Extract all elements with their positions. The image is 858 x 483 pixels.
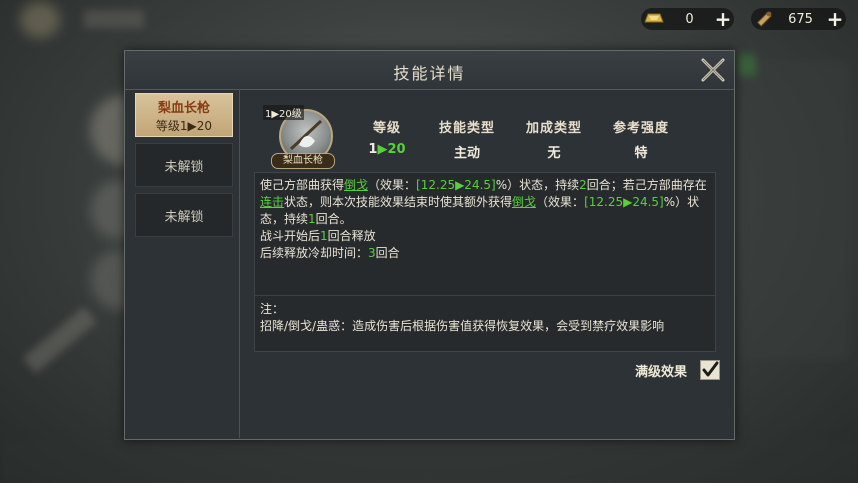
skill-tab-name: 梨血长枪 <box>157 100 210 116</box>
stat-level: 等级 1▶20 <box>347 117 427 157</box>
skill-icon-level: 1▶20级 <box>263 105 304 120</box>
skill-icon: 1▶20级 梨血长枪 <box>263 105 335 169</box>
desc-text: 使己方部曲获得 <box>260 178 345 192</box>
background-green-tag <box>738 54 756 76</box>
stat-bonus-type-header: 加成类型 <box>525 121 582 136</box>
close-button[interactable] <box>698 55 728 85</box>
desc-value: [12.25▶24.5] <box>584 195 664 209</box>
scroll-icon <box>751 8 777 30</box>
desc-value: [12.25▶24.5] <box>416 178 496 192</box>
desc-text: 后续释放冷却时间： <box>260 246 369 260</box>
dialog-title: 技能详情 <box>393 64 466 83</box>
stat-level-header: 等级 <box>372 121 401 136</box>
background-label <box>84 10 144 28</box>
desc-value: 3 <box>368 246 376 260</box>
stat-skill-type-header: 技能类型 <box>438 121 495 136</box>
status-link-combo[interactable]: 连击 <box>260 195 284 209</box>
stat-level-value: 1▶20 <box>347 142 427 157</box>
status-link-betrayal[interactable]: 倒戈 <box>344 178 368 192</box>
stat-reference-strength-value: 特 <box>634 146 648 161</box>
max-level-checkbox[interactable] <box>700 360 720 380</box>
description-cooldown: 后续释放冷却时间：3回合 <box>260 245 710 262</box>
stat-reference-strength: 参考强度 特 <box>601 117 681 161</box>
stat-level-target: ▶20 <box>377 142 406 157</box>
gold-value: 0 <box>685 11 694 27</box>
skill-tab-label: 未解锁 <box>164 159 204 175</box>
skill-icon-name: 梨血长枪 <box>271 153 335 169</box>
skill-tab-list: 梨血长枪 等级1▶20 未解锁 未解锁 <box>125 89 240 438</box>
background-ground <box>0 440 858 483</box>
stat-reference-strength-header: 参考强度 <box>612 121 669 136</box>
note-label: 注： <box>260 302 285 316</box>
description-paragraph: 使己方部曲获得倒戈（效果：[12.25▶24.5]%）状态，持续2回合；若己方部… <box>260 177 710 228</box>
skill-tab-3[interactable]: 未解锁 <box>135 193 233 237</box>
background-weapon <box>22 306 98 374</box>
desc-value: 2 <box>579 178 587 192</box>
background-panel-right <box>740 60 850 360</box>
currency-scroll: 675 + <box>751 8 846 30</box>
desc-text: 回合 <box>375 246 400 260</box>
description-divider <box>255 295 715 296</box>
skill-note: 注： 招降/倒戈/蛊惑：造成伤害后根据伤害值获得恢复效果，会受到禁疗效果影响 <box>260 301 710 335</box>
skill-description-box: 使己方部曲获得倒戈（效果：[12.25▶24.5]%）状态，持续2回合；若己方部… <box>254 172 716 352</box>
desc-text: %）状态，持续 <box>495 178 580 192</box>
close-icon <box>701 58 725 82</box>
desc-text: （效果： <box>536 195 585 209</box>
background-avatar <box>20 2 60 38</box>
desc-text: 回合。 <box>315 212 352 226</box>
desc-value: 1 <box>308 212 316 226</box>
stat-skill-type: 技能类型 主动 <box>427 117 507 161</box>
skill-description: 使己方部曲获得倒戈（效果：[12.25▶24.5]%）状态，持续2回合；若己方部… <box>260 177 710 262</box>
max-level-label: 满级效果 <box>635 365 688 380</box>
skill-tab-2[interactable]: 未解锁 <box>135 143 233 187</box>
skill-tab-label: 未解锁 <box>164 209 204 225</box>
add-scroll-button[interactable]: + <box>824 8 846 30</box>
desc-text: 战斗开始后 <box>260 229 321 243</box>
desc-text: 状态，则本次技能效果结束时使其额外获得 <box>284 195 513 209</box>
description-trigger: 战斗开始后1回合释放 <box>260 228 710 245</box>
skill-detail-dialog: 技能详情 梨血长枪 等级1▶20 未解锁 未解锁 1▶20级 梨血长枪 等级 1… <box>124 50 735 440</box>
gold-ingot-icon <box>641 8 667 30</box>
desc-text: 回合释放 <box>327 229 376 243</box>
currency-gold: 0 + <box>641 8 734 30</box>
note-text: 招降/倒戈/蛊惑：造成伤害后根据伤害值获得恢复效果，会受到禁疗效果影响 <box>260 319 665 333</box>
desc-text: 回合；若己方部曲存在 <box>586 178 707 192</box>
skill-tab-1[interactable]: 梨血长枪 等级1▶20 <box>135 93 233 137</box>
stat-skill-type-value: 主动 <box>453 146 480 161</box>
desc-text: （效果： <box>368 178 417 192</box>
scroll-value: 675 <box>788 11 813 27</box>
stat-bonus-type: 加成类型 无 <box>514 117 594 161</box>
dialog-header: 技能详情 <box>125 51 734 90</box>
stat-bonus-type-value: 无 <box>547 146 561 161</box>
status-link-betrayal[interactable]: 倒戈 <box>512 195 536 209</box>
skill-tab-level: 等级1▶20 <box>155 118 213 133</box>
desc-value: 1 <box>320 229 328 243</box>
add-gold-button[interactable]: + <box>712 8 734 30</box>
checkmark-icon <box>702 361 719 377</box>
